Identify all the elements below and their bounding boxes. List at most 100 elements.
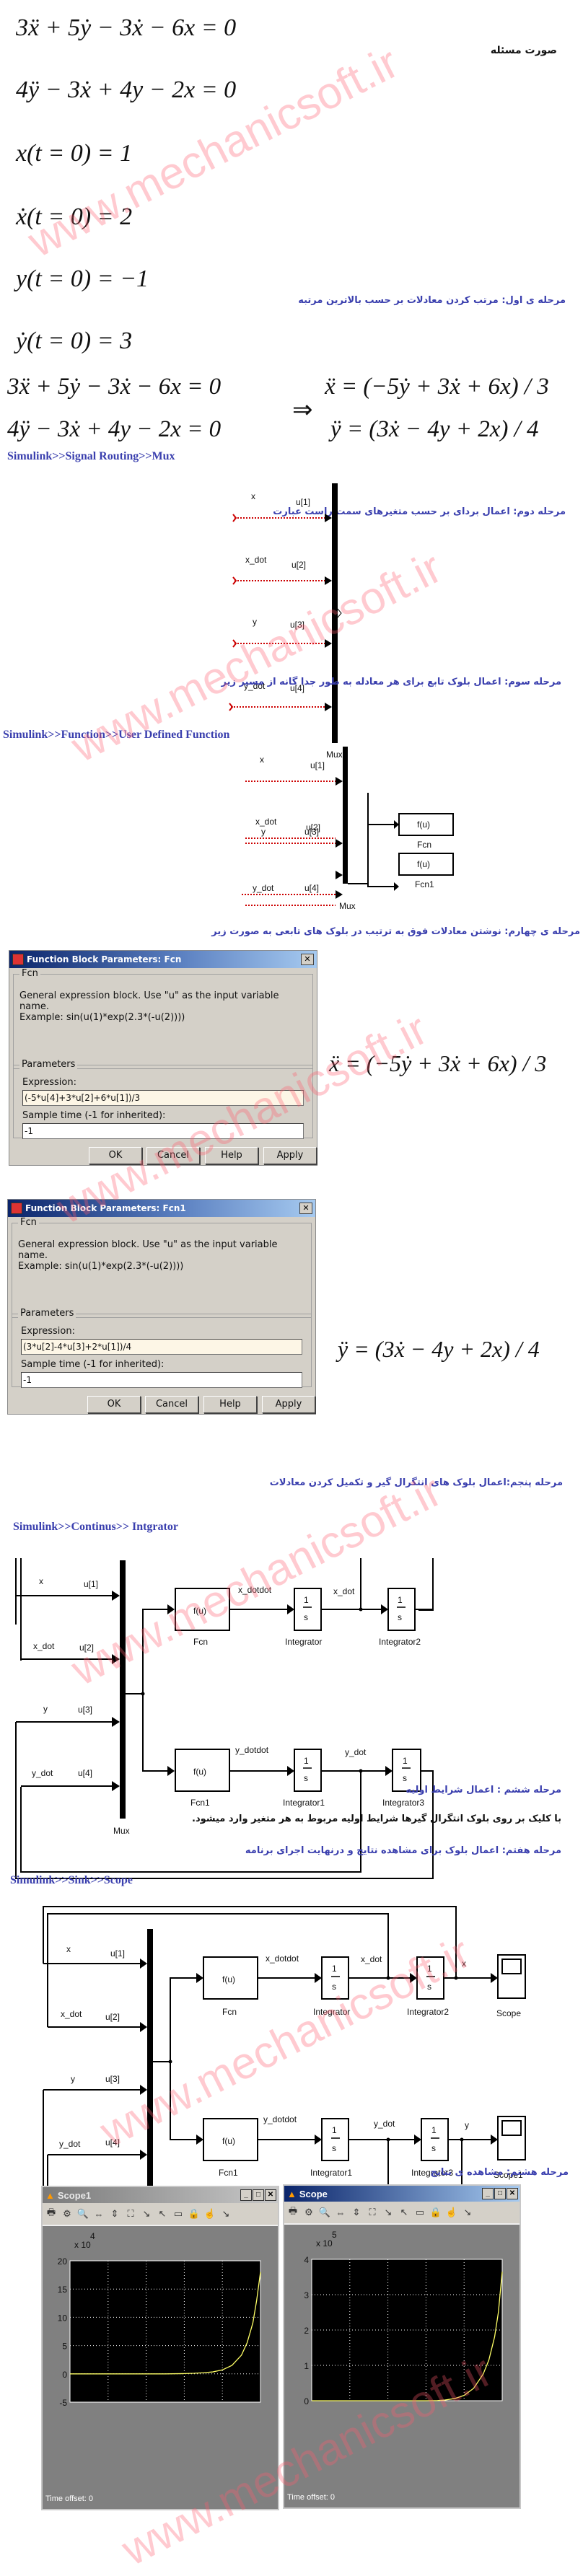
wire-label: x	[462, 1959, 466, 1969]
sample-time-input[interactable]: -1	[22, 1123, 304, 1139]
help-button[interactable]: Help	[203, 1396, 257, 1413]
zoom-x-icon[interactable]: ⇔	[335, 2207, 346, 2218]
port-label: u[2]	[79, 1643, 94, 1653]
parameters-group: Parameters Expression: (-5*u[4]+3*u[2]+6…	[13, 1059, 313, 1139]
close-button[interactable]: ✕	[265, 2189, 276, 2201]
integrator2-label: Integrator2	[379, 1637, 421, 1647]
signal-label: y_dot	[59, 2139, 81, 2149]
zoom-y-icon[interactable]: ⇕	[109, 2208, 120, 2220]
expression-input[interactable]: (-5*u[4]+3*u[2]+6*u[1])/3	[22, 1090, 304, 1106]
ok-button[interactable]: OK	[87, 1396, 141, 1413]
equation-1: 3ẍ + 5ẏ − 3ẋ − 6x = 0	[16, 14, 237, 41]
step2-library-path: Simulink>>Signal Routing>>Mux	[7, 450, 175, 462]
help-button[interactable]: Help	[205, 1147, 258, 1164]
dock-icon[interactable]: ↘	[462, 2207, 473, 2218]
wire-label: y_dotdot	[235, 1745, 269, 1755]
print-icon[interactable]: 🖶	[45, 2207, 57, 2220]
step6-heading: مرحله ششم : اعمال شرایط اولیه	[406, 1785, 561, 1795]
cancel-button[interactable]: Cancel	[145, 1396, 198, 1413]
wire-label: x_dot	[361, 1954, 382, 1964]
y-multiplier: x 10	[74, 2240, 91, 2250]
int-num: 1	[403, 1756, 408, 1766]
dock-icon[interactable]: ↘	[220, 2208, 232, 2220]
zoom-icon[interactable]: 🔍	[319, 2207, 330, 2218]
fcn-group: Fcn General expression block. Use "u" as…	[13, 968, 313, 1069]
y-tick-label: 20	[58, 2256, 68, 2267]
apply-button[interactable]: Apply	[263, 1147, 317, 1164]
restore-axes-icon[interactable]: ↖	[398, 2207, 410, 2218]
mux-input-y	[232, 639, 332, 648]
example: Example: sin(u(1)*exp(2.3*(-u(2))))	[19, 1012, 185, 1023]
int-den: s	[398, 1612, 402, 1622]
save-axes-icon[interactable]: ↘	[141, 2208, 152, 2220]
step5-library-path: Simulink>>Continus>> Intgrator	[13, 1521, 178, 1533]
y-multiplier-exponent: 4	[90, 2231, 95, 2241]
y-tick-label: -5	[59, 2398, 67, 2406]
int-num: 1	[398, 1595, 403, 1605]
y-tick-label: 2	[304, 2326, 309, 2336]
floating-scope-icon[interactable]: ▭	[172, 2208, 184, 2220]
lock-icon[interactable]: 🔒	[430, 2207, 442, 2218]
x-tick-label: 4	[385, 2404, 390, 2405]
zoom-y-icon[interactable]: ⇕	[351, 2207, 362, 2218]
step8-heading: مرحله هشتم: مشاهده ی نتایج	[430, 2167, 569, 2178]
xddot-equation: ẍ = (−5ẏ + 3ẋ + 6x) / 3	[329, 1050, 547, 1076]
int-num: 1	[304, 1756, 309, 1766]
close-button[interactable]: ✕	[299, 1203, 312, 1214]
sample-time-input[interactable]: -1	[21, 1372, 302, 1388]
signal-label: y	[261, 827, 266, 837]
expression-input[interactable]: (3*u[2]-4*u[3]+2*u[1])/4	[21, 1339, 302, 1355]
window-title: Scope1	[57, 2189, 92, 2201]
int-den: s	[427, 1982, 431, 1992]
signal-selection-icon[interactable]: ☝	[446, 2207, 457, 2218]
minimize-button[interactable]: _	[482, 2188, 494, 2199]
zoom-icon[interactable]: 🔍	[77, 2208, 89, 2220]
step3-diagram-lower: y y_dot u[3] u[4] Mux	[242, 820, 399, 911]
restore-axes-icon[interactable]: ↖	[157, 2208, 168, 2220]
signal-selection-icon[interactable]: ☝	[204, 2208, 216, 2220]
mux-input-x	[232, 514, 332, 522]
zoom-x-icon[interactable]: ⇔	[93, 2208, 105, 2220]
parameters-icon[interactable]: ⚙	[61, 2208, 73, 2220]
mux-block[interactable]	[332, 483, 338, 743]
minimize-button[interactable]: _	[240, 2189, 252, 2201]
sample-time-label: Sample time (-1 for inherited):	[21, 1359, 165, 1370]
step1-heading: مرحله ی اول: مرتب کردن معادلات بر حسب با…	[298, 295, 566, 306]
cancel-button[interactable]: Cancel	[146, 1147, 200, 1164]
save-axes-icon[interactable]: ↘	[382, 2207, 394, 2218]
port-label: u[1]	[110, 1948, 125, 1959]
scope1-plot: x 1040246810-505101520	[58, 2231, 266, 2416]
expression-label: Expression:	[22, 1077, 76, 1088]
autoscale-icon[interactable]: ⛶	[125, 2208, 136, 2220]
integrator1-label: Integrator1	[310, 2168, 352, 2178]
mux-block[interactable]	[147, 1929, 153, 2186]
print-icon[interactable]: 🖶	[287, 2205, 299, 2218]
mux-output-port	[337, 608, 342, 618]
scope-plot: x 105 0 2 4 6 8 10 0 1 2 3 4	[304, 2230, 507, 2414]
maximize-button[interactable]: □	[494, 2188, 506, 2199]
lock-icon[interactable]: 🔒	[188, 2208, 200, 2220]
integrator-label: Integrator	[313, 2007, 350, 2017]
fcn-parameters-dialog: Function Block Parameters: Fcn ✕ Fcn Gen…	[9, 950, 317, 1166]
group-legend: Fcn	[19, 968, 40, 979]
fcn1-label: Fcn1	[190, 1798, 210, 1808]
port-label: u[4]	[105, 2137, 120, 2148]
y-multiplier-exponent: 5	[332, 2230, 337, 2240]
implies-arrow: ⇒	[292, 397, 313, 423]
ok-button[interactable]: OK	[89, 1147, 142, 1164]
step1-left-eq-1: 3ẍ + 5ẏ − 3ẋ − 6x = 0	[7, 374, 222, 400]
close-button[interactable]: ✕	[507, 2188, 518, 2199]
fcn1-label: Fcn1	[219, 2168, 238, 2178]
autoscale-icon[interactable]: ⛶	[367, 2207, 378, 2218]
int-den: s	[332, 1982, 336, 1992]
parameters-icon[interactable]: ⚙	[303, 2207, 315, 2218]
floating-scope-icon[interactable]: ▭	[414, 2207, 426, 2218]
mux-block[interactable]	[120, 1560, 126, 1819]
maximize-button[interactable]: □	[253, 2189, 264, 2201]
close-button[interactable]: ✕	[301, 954, 314, 965]
signal-label: x_dot	[33, 1641, 55, 1651]
int-num: 1	[332, 2125, 337, 2135]
apply-button[interactable]: Apply	[262, 1396, 315, 1413]
fcn1-parameters-dialog: Function Block Parameters: Fcn1 ✕ Fcn Ge…	[7, 1199, 316, 1415]
int-den: s	[431, 2143, 436, 2153]
